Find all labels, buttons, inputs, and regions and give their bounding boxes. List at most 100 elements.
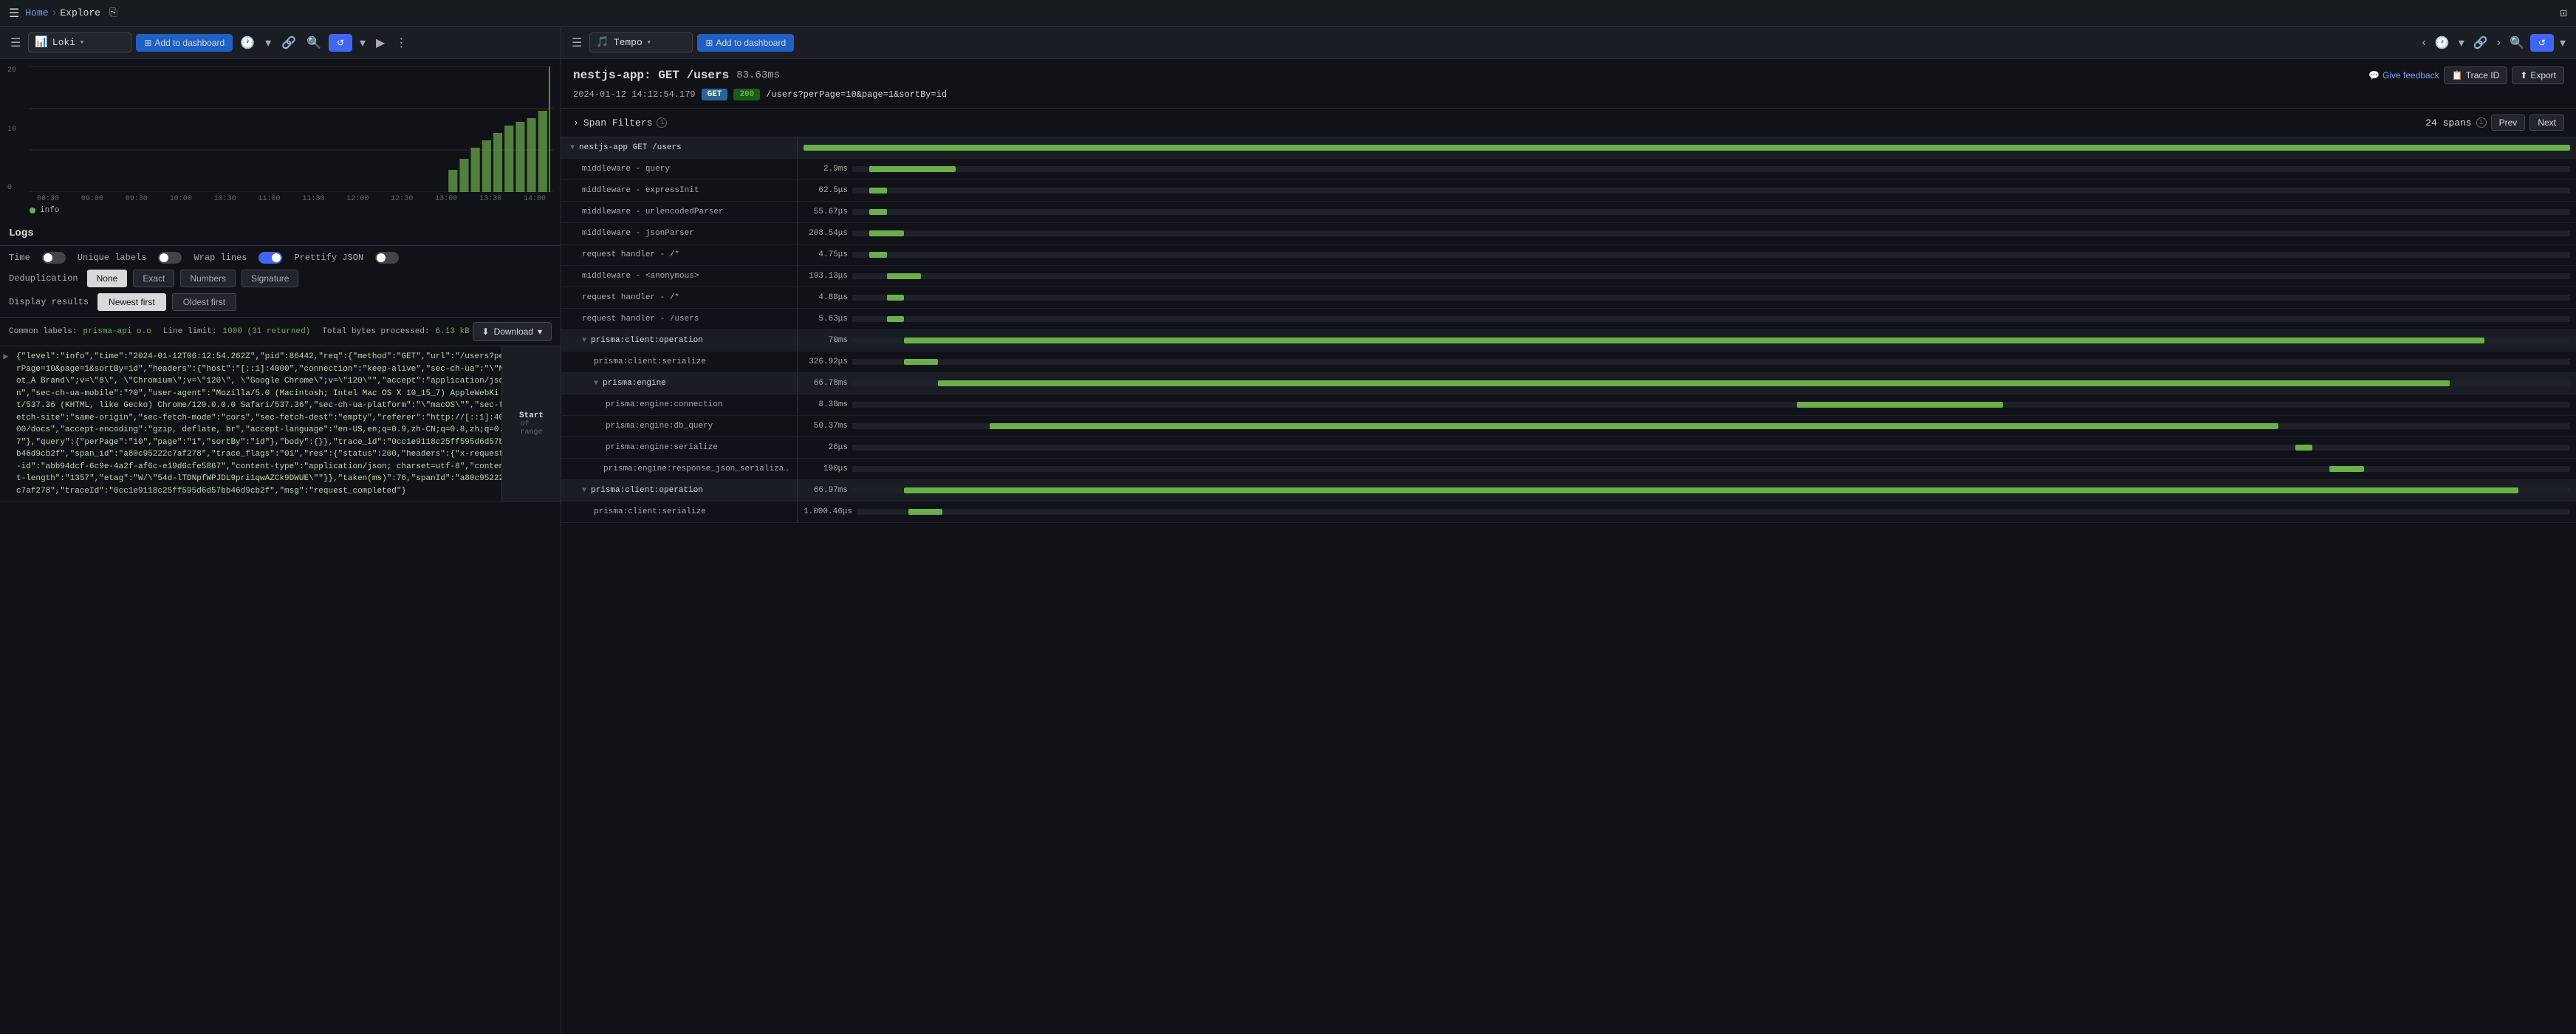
prettify-json-toggle[interactable]	[375, 252, 399, 264]
spans-count-info-icon: i	[2476, 117, 2487, 128]
newest-first-button[interactable]: Newest first	[97, 293, 166, 311]
next-button[interactable]: Next	[2529, 114, 2564, 131]
export-label: Export	[2530, 70, 2556, 81]
right-toggle-sidebar-icon[interactable]: ☰	[569, 34, 585, 52]
log-meta-bar: Common labels: prisma-api o.o Line limit…	[0, 318, 561, 346]
span-bar-col: 4.75μs	[798, 244, 2576, 265]
toggle-sidebar-icon[interactable]: ☰	[7, 34, 24, 52]
right-top-actions: ‹ 🕐 ▾ 🔗 › 🔍 ↺ ▾	[2419, 34, 2569, 52]
total-bytes-value: 6.13 kB	[436, 327, 470, 336]
span-row[interactable]: middleware - expressInit 62.5μs	[561, 180, 2576, 202]
y-label-10: 10	[7, 126, 16, 134]
link-button[interactable]: 🔗	[278, 34, 299, 52]
datasource-name: Loki	[52, 37, 75, 48]
collapse-toggle[interactable]: ▼	[594, 380, 598, 388]
span-name: prisma:client:serialize	[594, 357, 706, 366]
explore-label: Explore	[60, 7, 100, 18]
span-row[interactable]: ▼ prisma:client:operation 70ms	[561, 330, 2576, 352]
total-bytes-label: Total bytes processed:	[322, 327, 429, 336]
trace-id-label: Trace ID	[2466, 70, 2500, 81]
span-row[interactable]: prisma:engine:db_query 50.37ms	[561, 416, 2576, 437]
span-bar	[1797, 402, 2003, 408]
span-row[interactable]: prisma:client:serialize 326.92μs	[561, 352, 2576, 373]
span-duration: 4.75μs	[804, 250, 848, 259]
span-bar	[990, 423, 2278, 429]
log-expand-button[interactable]: ▶	[0, 346, 12, 501]
next-page-right-button[interactable]: ›	[2494, 35, 2504, 51]
span-row[interactable]: prisma:client:serialize 1.000.46μs	[561, 501, 2576, 523]
right-link-button[interactable]: 🔗	[2470, 34, 2491, 52]
right-refresh-button[interactable]: ↺	[2530, 34, 2554, 52]
span-bar-container	[804, 145, 2570, 151]
span-bar-container	[852, 445, 2570, 451]
time-range-button[interactable]: 🕐	[2432, 34, 2453, 52]
dedup-numbers-button[interactable]: Numbers	[180, 270, 236, 287]
line-limit-value: 1000 (31 returned)	[222, 327, 310, 336]
oldest-first-button[interactable]: Oldest first	[172, 293, 236, 311]
span-row[interactable]: ▼ nestjs-app GET /users	[561, 137, 2576, 159]
dedup-none-button[interactable]: None	[87, 270, 128, 287]
left-toolbar: ☰ 📊 Loki ▾ ⊞ Add to dashboard 🕐 ▾ 🔗 🔍 ↺ …	[0, 27, 561, 59]
add-to-dashboard-button[interactable]: ⊞ Add to dashboard	[136, 34, 233, 52]
left-panel: ☰ 📊 Loki ▾ ⊞ Add to dashboard 🕐 ▾ 🔗 🔍 ↺ …	[0, 27, 561, 1034]
span-bar	[2295, 445, 2312, 451]
time-chevron-button[interactable]: ▾	[2456, 34, 2467, 52]
collapse-toggle[interactable]: ▼	[582, 337, 586, 345]
zoom-out-button[interactable]: 🔍	[304, 34, 324, 52]
span-row[interactable]: middleware - query 2.9ms	[561, 159, 2576, 180]
datasource-select[interactable]: 📊 Loki ▾	[28, 32, 131, 52]
time-picker-chevron[interactable]: ▾	[262, 34, 274, 52]
dedup-exact-button[interactable]: Exact	[133, 270, 174, 287]
span-bar-container	[852, 487, 2570, 493]
span-row[interactable]: ▼ prisma:client:operation 66.97ms	[561, 480, 2576, 501]
span-bar	[887, 273, 922, 279]
span-row[interactable]: middleware - <anonymous> 193.13μs	[561, 266, 2576, 287]
span-name: middleware - query	[582, 165, 670, 174]
span-bar-col: 66.97ms	[798, 480, 2576, 501]
right-add-to-dashboard-button[interactable]: ⊞ Add to dashboard	[697, 34, 794, 52]
chart-area: 20 10 0	[0, 59, 561, 222]
share-icon[interactable]: ⎘	[109, 7, 117, 19]
span-filters-toggle[interactable]: › Span Filters i	[573, 117, 667, 129]
run-query-button[interactable]: ▶	[373, 34, 388, 52]
give-feedback-button[interactable]: 💬 Give feedback	[2368, 70, 2439, 81]
zoom-out-right-button[interactable]: 🔍	[2507, 34, 2527, 52]
span-row[interactable]: request handler - /users 5.63μs	[561, 309, 2576, 330]
right-chevron-down-button[interactable]: ▾	[2557, 34, 2569, 52]
span-name-col: prisma:client:serialize	[561, 352, 798, 372]
hamburger-icon[interactable]: ☰	[9, 6, 19, 21]
prev-button[interactable]: Prev	[2491, 114, 2526, 131]
span-bar-container	[852, 209, 2570, 215]
span-name: prisma:engine	[603, 379, 666, 388]
tv-icon[interactable]: ⊡	[2560, 6, 2567, 21]
unique-labels-toggle[interactable]	[158, 252, 182, 264]
refresh-button[interactable]: ↺	[329, 34, 352, 52]
wrap-lines-toggle[interactable]	[258, 252, 282, 264]
right-datasource-select[interactable]: 🎵 Tempo ▾	[589, 32, 693, 52]
span-row[interactable]: prisma:engine:response_json_serializatio…	[561, 459, 2576, 480]
collapse-toggle[interactable]: ▼	[570, 144, 575, 152]
span-row[interactable]: middleware - urlencodedParser 55.67μs	[561, 202, 2576, 223]
span-duration: 1.000.46μs	[804, 507, 852, 516]
log-range-indicator: Start ofrange	[501, 346, 561, 501]
more-options-button[interactable]: ⋮	[392, 34, 410, 52]
trace-id-button[interactable]: 📋 Trace ID	[2444, 66, 2508, 84]
span-row[interactable]: middleware - jsonParser 208.54μs	[561, 223, 2576, 244]
collapse-toggle[interactable]: ▼	[582, 487, 586, 495]
span-row[interactable]: request handler - /* 4.75μs	[561, 244, 2576, 266]
span-row[interactable]: request handler - /* 4.88μs	[561, 287, 2576, 309]
home-link[interactable]: Home	[25, 7, 48, 18]
span-row[interactable]: ▼ prisma:engine 66.78ms	[561, 373, 2576, 394]
export-button[interactable]: ⬆ Export	[2512, 66, 2564, 84]
dedup-signature-button[interactable]: Signature	[242, 270, 298, 287]
prev-page-button[interactable]: ‹	[2419, 35, 2428, 51]
span-name-col: middleware - urlencodedParser	[561, 202, 798, 222]
time-toggle[interactable]	[42, 252, 66, 264]
chevron-down-button[interactable]: ▾	[357, 34, 369, 52]
span-row[interactable]: prisma:engine:serialize 26μs	[561, 437, 2576, 459]
breadcrumb-separator: ›	[52, 7, 58, 18]
download-button[interactable]: ⬇ Download ▾	[473, 322, 552, 341]
span-name: prisma:client:operation	[591, 486, 703, 495]
span-row[interactable]: prisma:engine:connection 8.38ms	[561, 394, 2576, 416]
time-picker-button[interactable]: 🕐	[237, 34, 258, 52]
